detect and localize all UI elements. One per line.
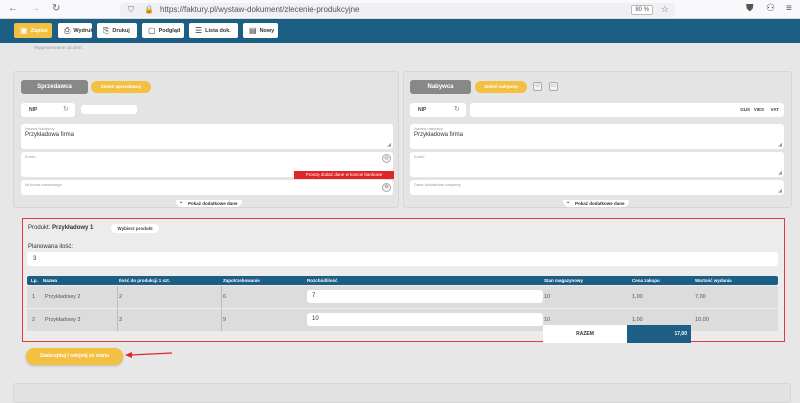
card-icon[interactable]: ▭ [549, 82, 558, 91]
table-row: 1 Przykładowy 2 2 6 7 10 1,00 7,00 [27, 286, 778, 308]
new-button[interactable]: ▤ Nowy [243, 23, 278, 38]
arrow-annotation [125, 352, 173, 358]
change-buyer-button[interactable]: Zmień nabywcę [475, 81, 527, 93]
search-icon[interactable]: ◎ [382, 154, 391, 163]
product-title: Produkt: Przykładowy 1 [28, 225, 94, 231]
chevron-down-icon: ⌄ [179, 199, 184, 205]
bank-account-field[interactable]: Nr konta bankowego [21, 180, 393, 195]
resize-handle-icon[interactable]: ◢ [387, 142, 391, 148]
table-header: Lp. Nazwa Ilość do produkcji 1 szt. Zapo… [27, 276, 778, 285]
buyer-panel: Nabywca Zmień nabywcę ⚇ ▭ NIP ↻ GUS VIES… [403, 71, 792, 208]
refresh-icon[interactable]: ↻ [63, 105, 69, 113]
buyer-extra-field[interactable]: Dane dodatkowe nabywcy ◢ [410, 180, 784, 195]
seller-nip-input[interactable] [81, 105, 137, 114]
issue-quantity-input[interactable]: 10 [307, 313, 543, 326]
issue-quantity-input[interactable]: 7 [307, 290, 543, 303]
change-seller-button[interactable]: Zmień sprzedawcę [91, 81, 151, 93]
download-icon: ⎘ [103, 25, 110, 35]
new-doc-icon: ▤ [249, 26, 257, 35]
download-button[interactable]: ⎘ Drukuj [97, 23, 137, 38]
app-toolbar: ▣ Zapisz ⎙ Wydruk ⎘ Drukuj ▢ Podgląd ☰ Lista … [0, 19, 800, 43]
zoom-level[interactable]: 80 % [631, 5, 653, 15]
planned-quantity-input[interactable]: 3 [27, 252, 778, 266]
buyer-nip-input[interactable]: GUS VIES VAT [470, 103, 784, 117]
buyer-header: Nabywca [410, 80, 471, 94]
gus-button[interactable]: GUS [740, 107, 750, 112]
buyer-nip-field[interactable]: NIP ↻ [410, 103, 466, 117]
save-icon: ▣ [20, 26, 28, 35]
error-message: Proszę dodać dane w koncie bankowe [294, 171, 394, 179]
print-icon: ⎙ [64, 25, 71, 35]
account-icon[interactable]: ⚇ [766, 3, 775, 14]
choose-product-button[interactable]: Wybierz produkt [111, 224, 159, 233]
shield-check-icon[interactable]: ⛊ [746, 3, 754, 14]
resize-handle-icon[interactable]: ◢ [778, 188, 782, 194]
bottom-panel [13, 383, 791, 403]
total-value: 17,00 [627, 325, 691, 343]
chevron-down-icon: ⌄ [566, 199, 571, 205]
seller-name-field[interactable]: Nazwa Nabywcy Przykładowa firma ◢ [21, 124, 393, 149]
lock-icon: 🔒 [144, 5, 154, 14]
resize-handle-icon[interactable]: ◢ [778, 170, 782, 176]
browser-bar: ← → ↻ ⛉ 🔒 https://faktury.pl/wystaw-doku… [0, 0, 800, 19]
seller-nip-field[interactable]: NIP ↻ [21, 103, 75, 117]
save-button[interactable]: ▣ Zapisz [14, 23, 52, 38]
url-text: https://faktury.pl/wystaw-dokument/zlece… [160, 5, 360, 14]
url-bar[interactable]: ⛉ 🔒 https://faktury.pl/wystaw-dokument/z… [120, 3, 675, 17]
menu-icon[interactable]: ≡ [786, 3, 792, 14]
resize-handle-icon[interactable]: ◢ [778, 142, 782, 148]
bookmark-star-icon[interactable]: ☆ [661, 4, 669, 15]
list-icon: ☰ [195, 26, 203, 35]
buyer-account-field[interactable]: Konto ◢ [410, 152, 784, 177]
vat-button[interactable]: VAT [771, 107, 779, 112]
preview-icon: ▢ [148, 26, 156, 35]
refresh-icon[interactable]: ↻ [454, 105, 460, 113]
planned-quantity-label: Planowana ilość: [28, 244, 74, 250]
breadcrumb: Wygenerowane od ofert [34, 45, 82, 50]
product-name: Przykładowy 1 [52, 225, 94, 231]
shield-icon: ⛉ [128, 5, 134, 14]
reload-icon[interactable]: ↻ [52, 3, 60, 15]
print-button[interactable]: ⎙ Wydruk [58, 23, 93, 38]
settings-icon[interactable]: ⚙ [382, 183, 391, 192]
total-label: RAZEM [543, 325, 627, 343]
vies-button[interactable]: VIES [754, 107, 764, 112]
doclist-button[interactable]: ☰ Lista dok. [189, 23, 238, 38]
buyer-show-more[interactable]: ⌄ Pokaż dodatkowe dane [563, 199, 629, 207]
add-contact-icon[interactable]: ⚇ [533, 82, 542, 91]
buyer-name-field[interactable]: Nazwa nabywcy Przykładowa firma ◢ [410, 124, 784, 149]
preview-button[interactable]: ▢ Podgląd [142, 23, 184, 38]
seller-header: Sprzedawca [21, 80, 88, 94]
accept-and-subtract-button[interactable]: Zaakceptuj i odejmij ze stanu [26, 348, 123, 365]
product-section: Produkt: Przykładowy 1 Wybierz produkt P… [22, 218, 785, 343]
seller-show-more[interactable]: ⌄ Pokaż dodatkowe dane [176, 199, 242, 207]
back-icon[interactable]: ← [8, 3, 18, 15]
seller-panel: Sprzedawca Zmień sprzedawcę NIP ↻ Nazwa … [13, 71, 399, 208]
components-table: Lp. Nazwa Ilość do produkcji 1 szt. Zapo… [27, 276, 778, 331]
forward-icon[interactable]: → [30, 3, 40, 15]
